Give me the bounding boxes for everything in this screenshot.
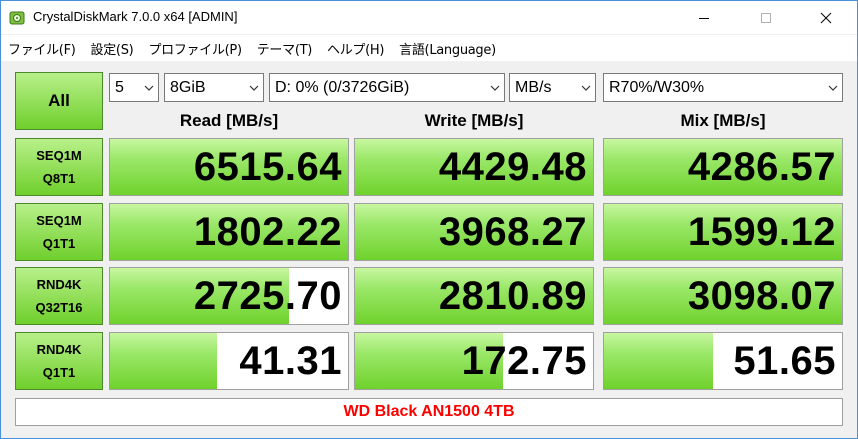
row-label-line2: Q1T1 xyxy=(42,365,76,380)
maximize-icon xyxy=(761,12,771,23)
read-value: 2725.70 xyxy=(193,273,342,318)
window-title: CrystalDiskMark 7.0.0 x64 [ADMIN] xyxy=(33,9,238,24)
row-label-line1: SEQ1M xyxy=(36,213,82,228)
maximize-button[interactable] xyxy=(743,1,789,34)
seq1m-q1t1-button[interactable]: SEQ1M Q1T1 xyxy=(15,203,103,261)
menu-profile[interactable]: プロファイル(P) xyxy=(141,39,249,58)
chevron-down-icon xyxy=(140,74,158,101)
seq1m-q8t1-button[interactable]: SEQ1M Q8T1 xyxy=(15,138,103,196)
unit-select[interactable]: MB/s xyxy=(509,73,596,102)
read-bar xyxy=(110,333,218,389)
mix-select[interactable]: R70%/W30% xyxy=(603,73,843,102)
chevron-down-icon xyxy=(824,74,842,101)
row-label-line2: Q8T1 xyxy=(42,171,76,186)
size-value: 8GiB xyxy=(170,78,206,96)
mix-value: 1599.12 xyxy=(687,209,836,254)
row-label-line1: SEQ1M xyxy=(36,148,82,163)
mix-bar xyxy=(604,333,714,389)
result-write-cell: 172.75 xyxy=(354,332,594,390)
count-select[interactable]: 5 xyxy=(109,73,159,102)
mix-value: R70%/W30% xyxy=(609,78,705,96)
count-value: 5 xyxy=(115,78,124,96)
app-window: CrystalDiskMark 7.0.0 x64 [ADMIN] ファイル(F… xyxy=(0,0,858,439)
write-value: 2810.89 xyxy=(438,273,587,318)
row-label-line2: Q1T1 xyxy=(42,236,76,251)
read-value: 41.31 xyxy=(239,338,342,383)
disk-icon xyxy=(9,11,25,25)
size-select[interactable]: 8GiB xyxy=(164,73,264,102)
mix-value: 3098.07 xyxy=(687,273,836,318)
read-value: 1802.22 xyxy=(193,209,342,254)
result-read-cell: 6515.64 xyxy=(109,138,349,196)
minimize-button[interactable] xyxy=(681,1,727,34)
menu-theme[interactable]: テーマ(T) xyxy=(250,39,320,58)
menu-file[interactable]: ファイル(F) xyxy=(1,39,84,58)
write-header: Write [MB/s] xyxy=(424,111,524,130)
drive-select[interactable]: D: 0% (0/3726GiB) xyxy=(269,73,505,102)
result-mix-cell: 3098.07 xyxy=(603,267,843,325)
row-label-line2: Q32T16 xyxy=(35,300,83,315)
chevron-down-icon xyxy=(577,74,595,101)
result-mix-cell: 51.65 xyxy=(603,332,843,390)
close-button[interactable] xyxy=(803,1,849,34)
mix-header: Mix [MB/s] xyxy=(680,111,766,130)
close-icon xyxy=(820,12,832,23)
mix-value: 51.65 xyxy=(733,338,836,383)
result-read-cell: 41.31 xyxy=(109,332,349,390)
unit-value: MB/s xyxy=(515,78,552,96)
result-write-cell: 3968.27 xyxy=(354,203,594,261)
rnd4k-q32t16-button[interactable]: RND4K Q32T16 xyxy=(15,267,103,325)
row-label-line1: RND4K xyxy=(36,342,82,357)
mix-value: 4286.57 xyxy=(687,144,836,189)
row-label-line1: RND4K xyxy=(36,277,82,292)
write-value: 4429.48 xyxy=(438,144,587,189)
result-write-cell: 4429.48 xyxy=(354,138,594,196)
chevron-down-icon xyxy=(486,74,504,101)
menu-settings[interactable]: 設定(S) xyxy=(84,39,142,58)
title-bar[interactable]: CrystalDiskMark 7.0.0 x64 [ADMIN] xyxy=(1,1,857,34)
result-write-cell: 2810.89 xyxy=(354,267,594,325)
read-header: Read [MB/s] xyxy=(179,111,279,130)
result-mix-cell: 1599.12 xyxy=(603,203,843,261)
menu-bar: ファイル(F) 設定(S) プロファイル(P) テーマ(T) ヘルプ(H) 言語… xyxy=(1,35,857,61)
drive-value: D: 0% (0/3726GiB) xyxy=(275,78,410,96)
comment-field[interactable]: WD Black AN1500 4TB xyxy=(15,398,843,426)
write-value: 3968.27 xyxy=(438,209,587,254)
read-value: 6515.64 xyxy=(193,144,342,189)
menu-language[interactable]: 言語(Language) xyxy=(392,39,504,58)
result-mix-cell: 4286.57 xyxy=(603,138,843,196)
result-read-cell: 2725.70 xyxy=(109,267,349,325)
chevron-down-icon xyxy=(245,74,263,101)
result-read-cell: 1802.22 xyxy=(109,203,349,261)
write-value: 172.75 xyxy=(461,338,587,383)
main-panel: All 5 8GiB D: 0% (0/3726GiB) MB/s R70%/W… xyxy=(1,61,857,438)
menu-help[interactable]: ヘルプ(H) xyxy=(320,39,392,58)
all-button[interactable]: All xyxy=(15,72,103,130)
rnd4k-q1t1-button[interactable]: RND4K Q1T1 xyxy=(15,332,103,390)
minimize-icon xyxy=(699,17,709,19)
